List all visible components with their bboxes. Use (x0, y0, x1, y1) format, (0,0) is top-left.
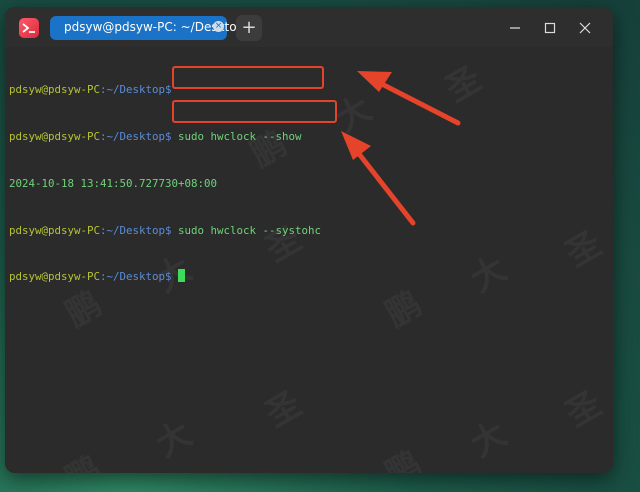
annotation-arrows (341, 71, 461, 226)
arrow-to-show-command (357, 71, 461, 126)
arrow-to-systohc-command (341, 131, 416, 226)
